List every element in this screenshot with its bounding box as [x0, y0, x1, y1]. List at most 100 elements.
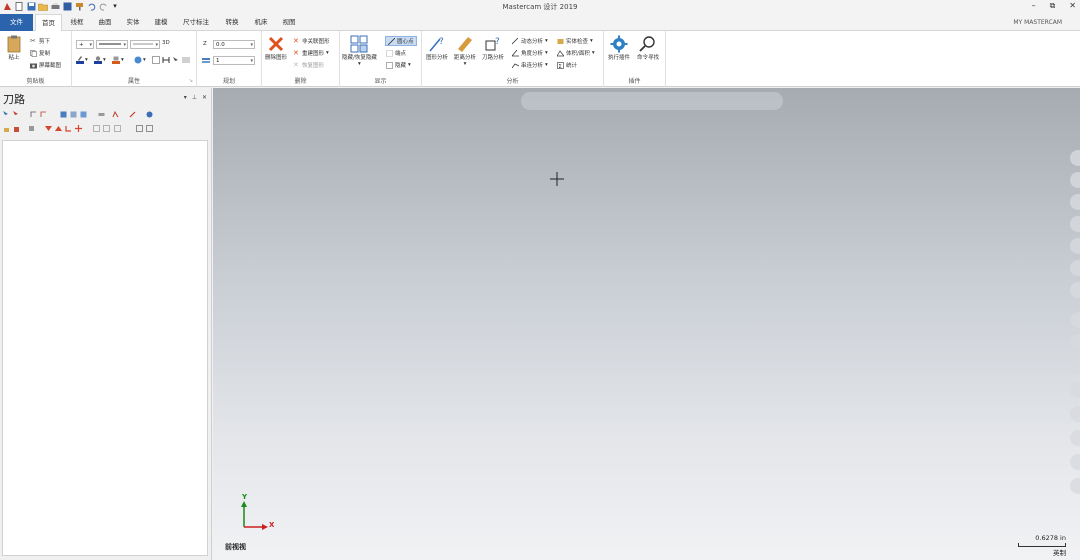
- paste-button[interactable]: 粘上: [5, 35, 23, 61]
- show-all-icon[interactable]: [103, 125, 110, 132]
- delete-entities-button[interactable]: 删除图形: [265, 35, 287, 61]
- expand-all-icon[interactable]: [146, 125, 153, 132]
- pin-icon[interactable]: ⊥: [192, 94, 197, 101]
- entity-analysis-button[interactable]: ? 图形分析: [426, 35, 448, 61]
- my-mastercam-link[interactable]: MY MASTERCAM: [1013, 19, 1062, 26]
- simulate-icon[interactable]: [80, 111, 87, 118]
- help-icon[interactable]: [146, 111, 153, 118]
- chain-analysis-button[interactable]: 串连分析 ▾: [511, 61, 548, 69]
- quick-tool-button[interactable]: [1070, 172, 1080, 188]
- move-up-icon[interactable]: [55, 125, 62, 132]
- quick-tool-button[interactable]: [1070, 478, 1080, 494]
- quick-tool-button[interactable]: [1070, 282, 1080, 298]
- cut-button[interactable]: ✂ 剪下: [30, 37, 50, 45]
- hide-unhide-dropdown-icon[interactable]: ▾: [358, 61, 361, 67]
- solid-color-button[interactable]: ▾: [112, 56, 124, 64]
- tab-transform[interactable]: 转换: [218, 14, 246, 31]
- line-style-dropdown[interactable]: [96, 40, 128, 49]
- tab-drafting[interactable]: 尺寸标注: [176, 14, 216, 31]
- level-input[interactable]: 1: [213, 56, 255, 65]
- set-main-attr-button[interactable]: [172, 56, 179, 63]
- lock-icon[interactable]: [3, 125, 10, 132]
- quick-tool-button[interactable]: [1070, 382, 1080, 398]
- hide-unhide-button[interactable]: 隐藏/恢复隐藏 ▾: [342, 35, 377, 67]
- distance-analysis-dropdown-icon[interactable]: ▾: [464, 61, 467, 67]
- angle-analysis-button[interactable]: 角度分析 ▾: [511, 49, 548, 57]
- toggle-posting-icon[interactable]: [13, 125, 20, 132]
- run-addin-button[interactable]: 执行插件: [608, 35, 630, 61]
- y-axis-label: Y: [242, 493, 248, 501]
- quick-tool-button[interactable]: [1070, 150, 1080, 166]
- insert-arrow-icon[interactable]: [65, 125, 72, 132]
- close-button[interactable]: ✕: [1069, 1, 1076, 11]
- material-button[interactable]: ▾: [134, 56, 146, 64]
- tab-wireframe[interactable]: 线框: [64, 14, 90, 31]
- move-down-icon[interactable]: [45, 125, 52, 132]
- solid-check-button[interactable]: 实体检查 ▾: [557, 37, 593, 45]
- simulate-machine-icon[interactable]: [98, 111, 105, 118]
- z-depth-input[interactable]: 0.0: [213, 40, 255, 49]
- post-selected-icon[interactable]: [112, 110, 119, 118]
- tab-surfaces[interactable]: 曲面: [92, 14, 118, 31]
- clear-colors-button[interactable]: [162, 56, 170, 63]
- quick-tool-button[interactable]: [1070, 260, 1080, 276]
- undelete-button[interactable]: ✕ 恢复图形: [293, 61, 324, 69]
- endpoints-button[interactable]: 端点: [386, 49, 406, 57]
- set-all-button[interactable]: [152, 56, 160, 64]
- wireframe-color-button[interactable]: ▾: [76, 56, 88, 64]
- quick-tool-button[interactable]: [1070, 312, 1080, 328]
- toggle-display-icon[interactable]: [28, 125, 35, 132]
- tab-home[interactable]: 首页: [35, 14, 62, 31]
- restore-entity-button[interactable]: ✕ 重建图形 ▾: [293, 49, 329, 57]
- statistics-button[interactable]: Σ 统计: [557, 61, 577, 70]
- grid-button[interactable]: [182, 56, 190, 63]
- toolpath-tree[interactable]: [2, 140, 208, 556]
- quick-tool-button[interactable]: [1070, 358, 1080, 374]
- 3d-toggle[interactable]: 3D: [162, 40, 170, 46]
- quick-tool-button[interactable]: [1070, 194, 1080, 210]
- quick-mask-toolbar[interactable]: [521, 92, 783, 110]
- minimize-button[interactable]: –: [1032, 1, 1036, 11]
- toolpath-analysis-button[interactable]: ? 刀路分析: [482, 35, 504, 61]
- tab-view[interactable]: 视图: [276, 14, 302, 31]
- tab-solids[interactable]: 实体: [120, 14, 146, 31]
- select-all-ops-icon[interactable]: [3, 111, 10, 118]
- quick-tool-button[interactable]: [1070, 430, 1080, 446]
- backplot-icon[interactable]: [60, 111, 67, 118]
- panel-menu-icon[interactable]: ▾: [184, 94, 187, 101]
- line-width-dropdown[interactable]: [130, 40, 160, 49]
- quick-tool-button[interactable]: [1070, 334, 1080, 350]
- regen-dirty-icon[interactable]: [40, 111, 47, 118]
- volume-area-button[interactable]: 体积/面积 ▾: [556, 49, 595, 57]
- panel-close-icon[interactable]: ✕: [202, 94, 207, 101]
- distance-analysis-button[interactable]: 距离分析 ▾: [454, 35, 476, 67]
- copy-button[interactable]: 复制: [30, 49, 50, 57]
- filter-icon[interactable]: [136, 125, 143, 132]
- select-invalid-ops-icon[interactable]: [13, 111, 20, 118]
- tab-file[interactable]: 文件: [0, 14, 33, 31]
- quick-tool-button[interactable]: [1070, 406, 1080, 422]
- restore-button[interactable]: ⧉: [1050, 1, 1056, 11]
- tab-machine[interactable]: 机床: [248, 14, 274, 31]
- quick-tool-button[interactable]: [1070, 238, 1080, 254]
- surface-color-button[interactable]: ▾: [94, 56, 106, 64]
- tab-model-prep[interactable]: 建模: [148, 14, 174, 31]
- quick-tool-button[interactable]: [1070, 216, 1080, 232]
- display-options-icon[interactable]: [114, 125, 121, 132]
- point-style-dropdown[interactable]: +: [76, 40, 94, 49]
- graphics-viewport[interactable]: Y X 前视视 0.6278 in 英制: [213, 88, 1080, 560]
- high-feed-icon[interactable]: [129, 111, 136, 118]
- regen-selected-icon[interactable]: [30, 111, 37, 118]
- view-name-label: 前视视: [225, 543, 246, 551]
- verify-icon[interactable]: [70, 111, 77, 118]
- scroll-to-insert-icon[interactable]: [75, 125, 82, 132]
- screenshot-button[interactable]: 屏幕截图: [30, 61, 61, 69]
- delete-duplicate-button[interactable]: ✕ 非关联图形: [293, 37, 330, 45]
- clear-colors-icon: [162, 56, 170, 63]
- dynamic-analysis-button[interactable]: 动态分析 ▾: [511, 37, 548, 45]
- command-finder-button[interactable]: 命令寻找: [637, 35, 659, 61]
- quick-tool-button[interactable]: [1070, 454, 1080, 470]
- hide-button[interactable]: 隐藏 ▾: [386, 61, 411, 69]
- center-point-toggle[interactable]: 圆心点: [385, 36, 417, 46]
- show-selected-icon[interactable]: [93, 125, 100, 132]
